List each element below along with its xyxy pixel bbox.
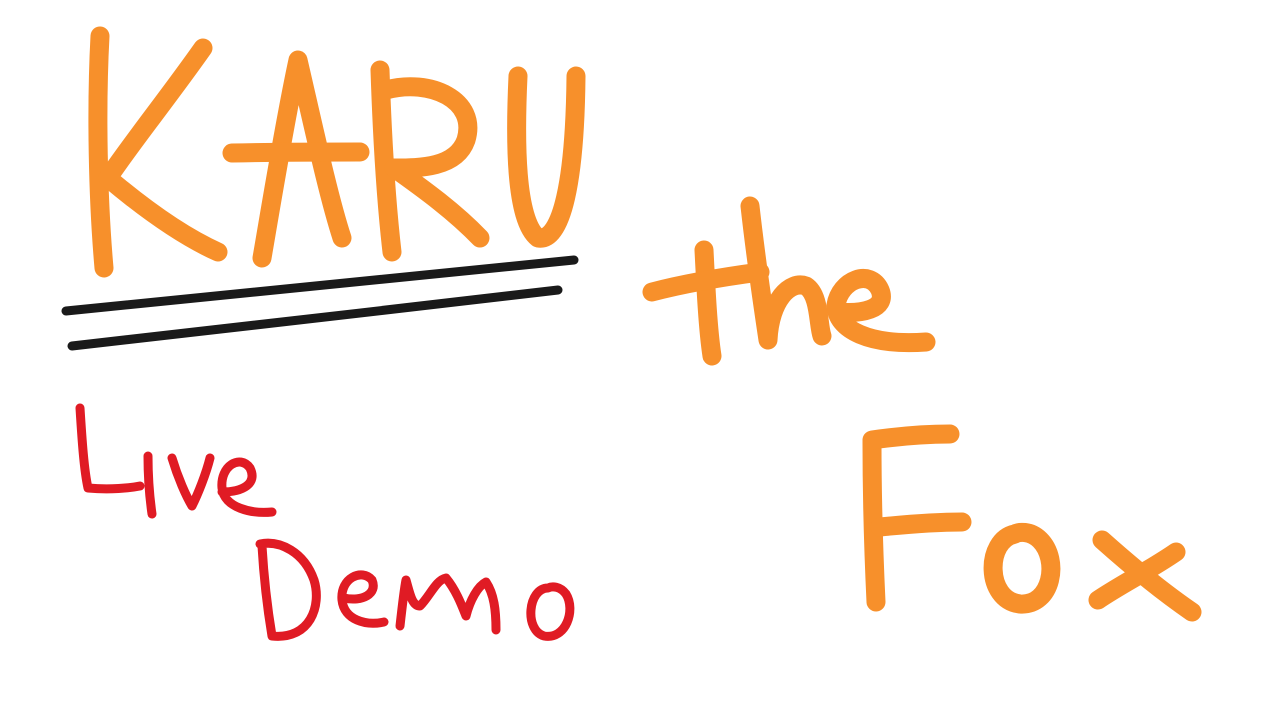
karu-letter-r-bowl xyxy=(376,77,490,248)
the-letter-e xyxy=(826,269,936,353)
karu-letter-a-bar xyxy=(222,142,370,163)
karu-letter-k-arms xyxy=(98,38,228,262)
underline-top xyxy=(61,255,579,316)
drawing-canvas: KARU the Fox Live Demo xyxy=(0,0,1280,720)
handwriting-svg xyxy=(61,26,1202,641)
demo-letter-d xyxy=(255,538,321,641)
karu-letter-k xyxy=(88,26,114,278)
demo-letter-o xyxy=(526,582,575,641)
fox-letter-f-top xyxy=(862,424,960,450)
the-letter-h xyxy=(740,196,832,350)
karu-letter-u xyxy=(507,66,586,248)
demo-word xyxy=(255,538,575,641)
demo-letter-e xyxy=(337,570,389,628)
fox-word xyxy=(862,424,1202,622)
live-word xyxy=(75,403,277,519)
the-letter-t-bar xyxy=(642,262,770,302)
live-letter-i xyxy=(143,451,157,519)
live-letter-e xyxy=(217,457,277,517)
live-letter-v xyxy=(167,453,215,511)
fox-letter-o xyxy=(983,522,1061,614)
fox-letter-f-middle xyxy=(870,512,972,537)
karu-word xyxy=(88,26,586,278)
live-letter-l xyxy=(75,403,145,494)
the-word xyxy=(642,196,936,366)
demo-letter-m xyxy=(395,573,501,635)
the-letter-t-stem xyxy=(694,240,722,366)
underline-bottom xyxy=(67,285,563,351)
